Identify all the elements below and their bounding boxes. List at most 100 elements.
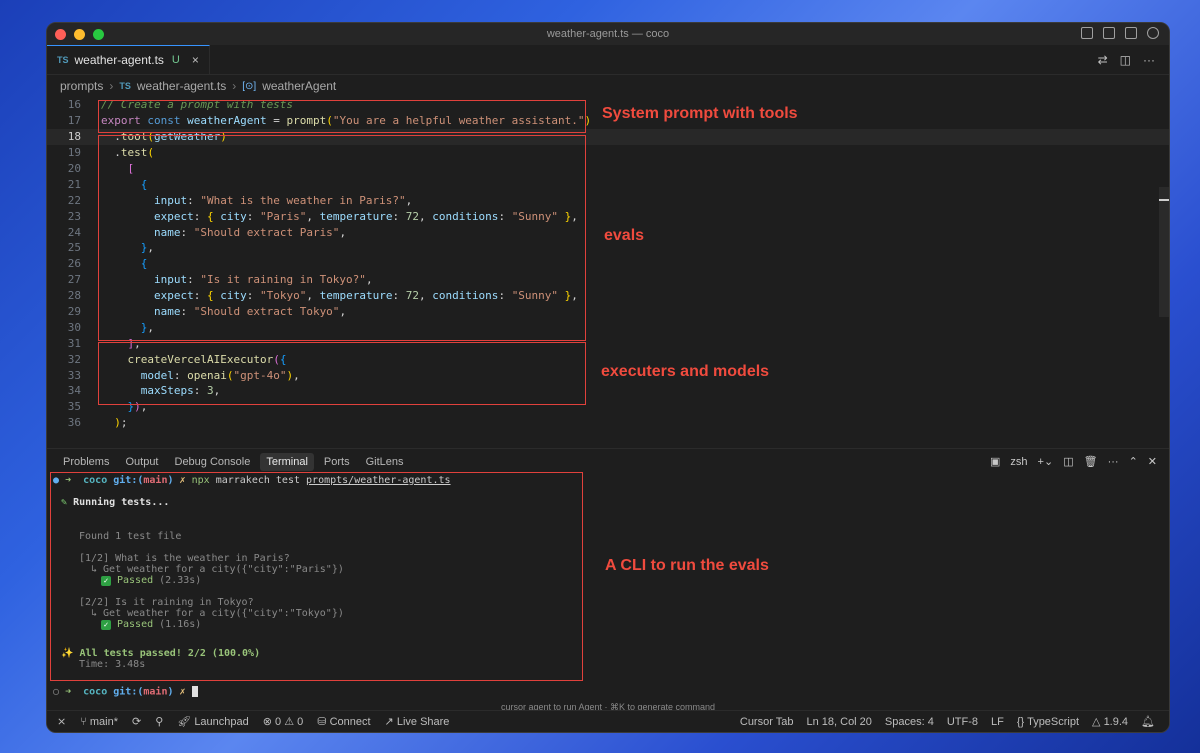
command-file[interactable]: prompts/weather-agent.ts xyxy=(306,475,451,486)
terminal-prompt-line: ○ ➜ coco git:(main) ✗ xyxy=(53,686,198,698)
tab-output[interactable]: Output xyxy=(119,453,164,471)
running-text: Running tests... xyxy=(73,497,170,508)
editor-scrollbar[interactable] xyxy=(1159,187,1169,317)
rocket-icon: 🚀︎ xyxy=(177,716,195,728)
toggle-panel-icon[interactable] xyxy=(1103,27,1115,39)
kill-terminal-icon[interactable]: 🗑 xyxy=(1084,455,1098,468)
close-panel-icon[interactable]: ✕ xyxy=(1148,455,1157,468)
launchpad-status[interactable]: 🚀︎ Launchpad xyxy=(177,715,248,728)
time-line: Time: 3.48s xyxy=(79,659,146,670)
live-share-status[interactable]: ↗ Live Share xyxy=(385,715,450,728)
zoom-window-button[interactable] xyxy=(93,29,104,40)
git-untracked-badge: U xyxy=(171,54,180,66)
checkmark-icon: ✓ xyxy=(101,576,111,586)
indentation-status[interactable]: Spaces: 4 xyxy=(885,716,934,728)
test2-title: [2/2] Is it raining in Tokyo? xyxy=(79,597,254,608)
notifications-bell-icon[interactable]: 🔔︎ xyxy=(1141,715,1155,728)
breadcrumb-file[interactable]: weather-agent.ts xyxy=(137,79,226,93)
encoding-status[interactable]: UTF-8 xyxy=(947,716,978,728)
warning-triangle-icon: △ xyxy=(1092,716,1104,728)
breadcrumb-symbol[interactable]: weatherAgent xyxy=(262,79,336,93)
line-number: 19 xyxy=(67,146,81,160)
breadcrumb: prompts › TS weather-agent.ts › [⊙] weat… xyxy=(47,75,1169,97)
minimize-window-button[interactable] xyxy=(74,29,85,40)
test2-status: Passed xyxy=(117,619,154,630)
settings-gear-icon[interactable] xyxy=(1147,27,1159,39)
prompt-dot-icon: ○ xyxy=(53,686,60,698)
line-number: 34 xyxy=(67,384,81,398)
line-number: 17 xyxy=(67,114,81,128)
prompt-git-label: git: xyxy=(113,475,138,486)
cursor-tab-status[interactable]: Cursor Tab xyxy=(740,716,794,728)
line-number: 27 xyxy=(67,273,81,287)
terminal-shell-icon: ▣ xyxy=(990,456,1001,468)
terminal-shell-name[interactable]: zsh xyxy=(1010,456,1027,468)
summary-text: All tests passed! 2/2 (100.0%) xyxy=(79,648,261,659)
line-number: 29 xyxy=(67,305,81,319)
bottom-panel: Problems Output Debug Console Terminal P… xyxy=(47,448,1169,712)
cursor-position[interactable]: Ln 18, Col 20 xyxy=(806,716,871,728)
annotation-label-executors: executers and models xyxy=(601,363,770,380)
prompt-dir: coco xyxy=(83,475,108,486)
sync-icon[interactable]: ⟳ xyxy=(132,715,141,728)
branch-status[interactable]: ⑂ main* xyxy=(80,716,118,728)
summary-line: ✨ All tests passed! 2/2 (100.0%) xyxy=(61,648,260,659)
editor-tab-bar: TS weather-agent.ts U × ⇄ ◫ ··· xyxy=(47,45,1169,75)
annotation-box-evals xyxy=(98,135,586,341)
tab-problems[interactable]: Problems xyxy=(57,453,115,471)
error-icon: ⊗ xyxy=(262,716,276,728)
line-number: 24 xyxy=(67,225,81,239)
maximize-panel-icon[interactable]: ⌃ xyxy=(1129,455,1138,468)
code-editor[interactable]: 16// Create a prompt with tests 17 export … xyxy=(47,97,1169,447)
annotation-label-cli: A CLI to run the evals xyxy=(605,557,769,574)
terminal-command-line: ● ➜ coco git:(main) ✗ npx marrakech test… xyxy=(53,475,451,486)
extensions-cube-icon[interactable] xyxy=(1125,27,1137,39)
tab-gitlens[interactable]: GitLens xyxy=(360,453,410,471)
breadcrumb-folder[interactable]: prompts xyxy=(60,79,103,93)
typescript-file-icon: TS xyxy=(57,55,69,65)
split-terminal-icon[interactable]: ◫ xyxy=(1063,455,1073,468)
branch-icon: ⑂ xyxy=(80,715,90,728)
gitlens-icon[interactable]: ⚲ xyxy=(155,715,163,728)
remote-icon[interactable]: ⨯ xyxy=(57,715,66,728)
chevron-right-icon: › xyxy=(109,79,114,93)
problems-status[interactable]: ⊗ 0 ⚠ 0 xyxy=(263,715,304,728)
typescript-file-icon: TS xyxy=(119,81,131,91)
prompt-branch: main xyxy=(143,686,168,698)
editor-actions: ⇄ ◫ ··· xyxy=(1098,53,1155,67)
warning-icon: ⚠ xyxy=(284,716,298,728)
line-number: 31 xyxy=(67,336,81,350)
close-tab-icon[interactable]: × xyxy=(192,53,199,67)
language-status[interactable]: {} TypeScript xyxy=(1017,716,1079,728)
traffic-lights xyxy=(55,29,104,40)
line-number: 30 xyxy=(67,320,81,334)
tab-filename: weather-agent.ts xyxy=(74,53,164,67)
braces-icon: {} xyxy=(1016,715,1028,728)
line-number: 33 xyxy=(67,368,81,382)
test2-result: ✓ Passed (1.16s) xyxy=(101,619,201,630)
close-window-button[interactable] xyxy=(55,29,66,40)
terminal-actions: ▣ zsh +⌄ ◫ 🗑 ··· ⌃ ✕ xyxy=(990,455,1157,469)
line-number: 26 xyxy=(67,257,81,271)
test1-title: [1/2] What is the weather in Paris? xyxy=(79,553,290,564)
more-actions-icon[interactable]: ··· xyxy=(1143,53,1155,67)
tab-ports[interactable]: Ports xyxy=(318,453,356,471)
tab-weather-agent[interactable]: TS weather-agent.ts U × xyxy=(47,45,210,74)
connect-status[interactable]: ⛁ Connect xyxy=(317,715,370,728)
tab-debug-console[interactable]: Debug Console xyxy=(169,453,257,471)
eol-status[interactable]: LF xyxy=(991,716,1004,728)
prompt-dirty-icon: ✗ xyxy=(179,475,186,486)
split-editor-icon[interactable]: ◫ xyxy=(1120,53,1131,67)
more-actions-icon[interactable]: ··· xyxy=(1108,456,1119,468)
test1-tool: ↳ Get weather for a city({"city":"Paris"… xyxy=(91,564,344,575)
line-number: 16 xyxy=(67,98,81,112)
tab-terminal[interactable]: Terminal xyxy=(260,453,314,471)
line-number: 23 xyxy=(67,209,81,223)
toggle-sidebar-icon[interactable] xyxy=(1081,27,1093,39)
code-line[interactable]: 36 ); xyxy=(47,415,1169,431)
new-terminal-icon[interactable]: +⌄ xyxy=(1038,455,1054,468)
line-number: 28 xyxy=(67,289,81,303)
ts-version-status[interactable]: △ 1.9.4 xyxy=(1092,715,1128,728)
compare-changes-icon[interactable]: ⇄ xyxy=(1098,53,1108,67)
sparkles-icon: ✨ xyxy=(61,648,74,659)
